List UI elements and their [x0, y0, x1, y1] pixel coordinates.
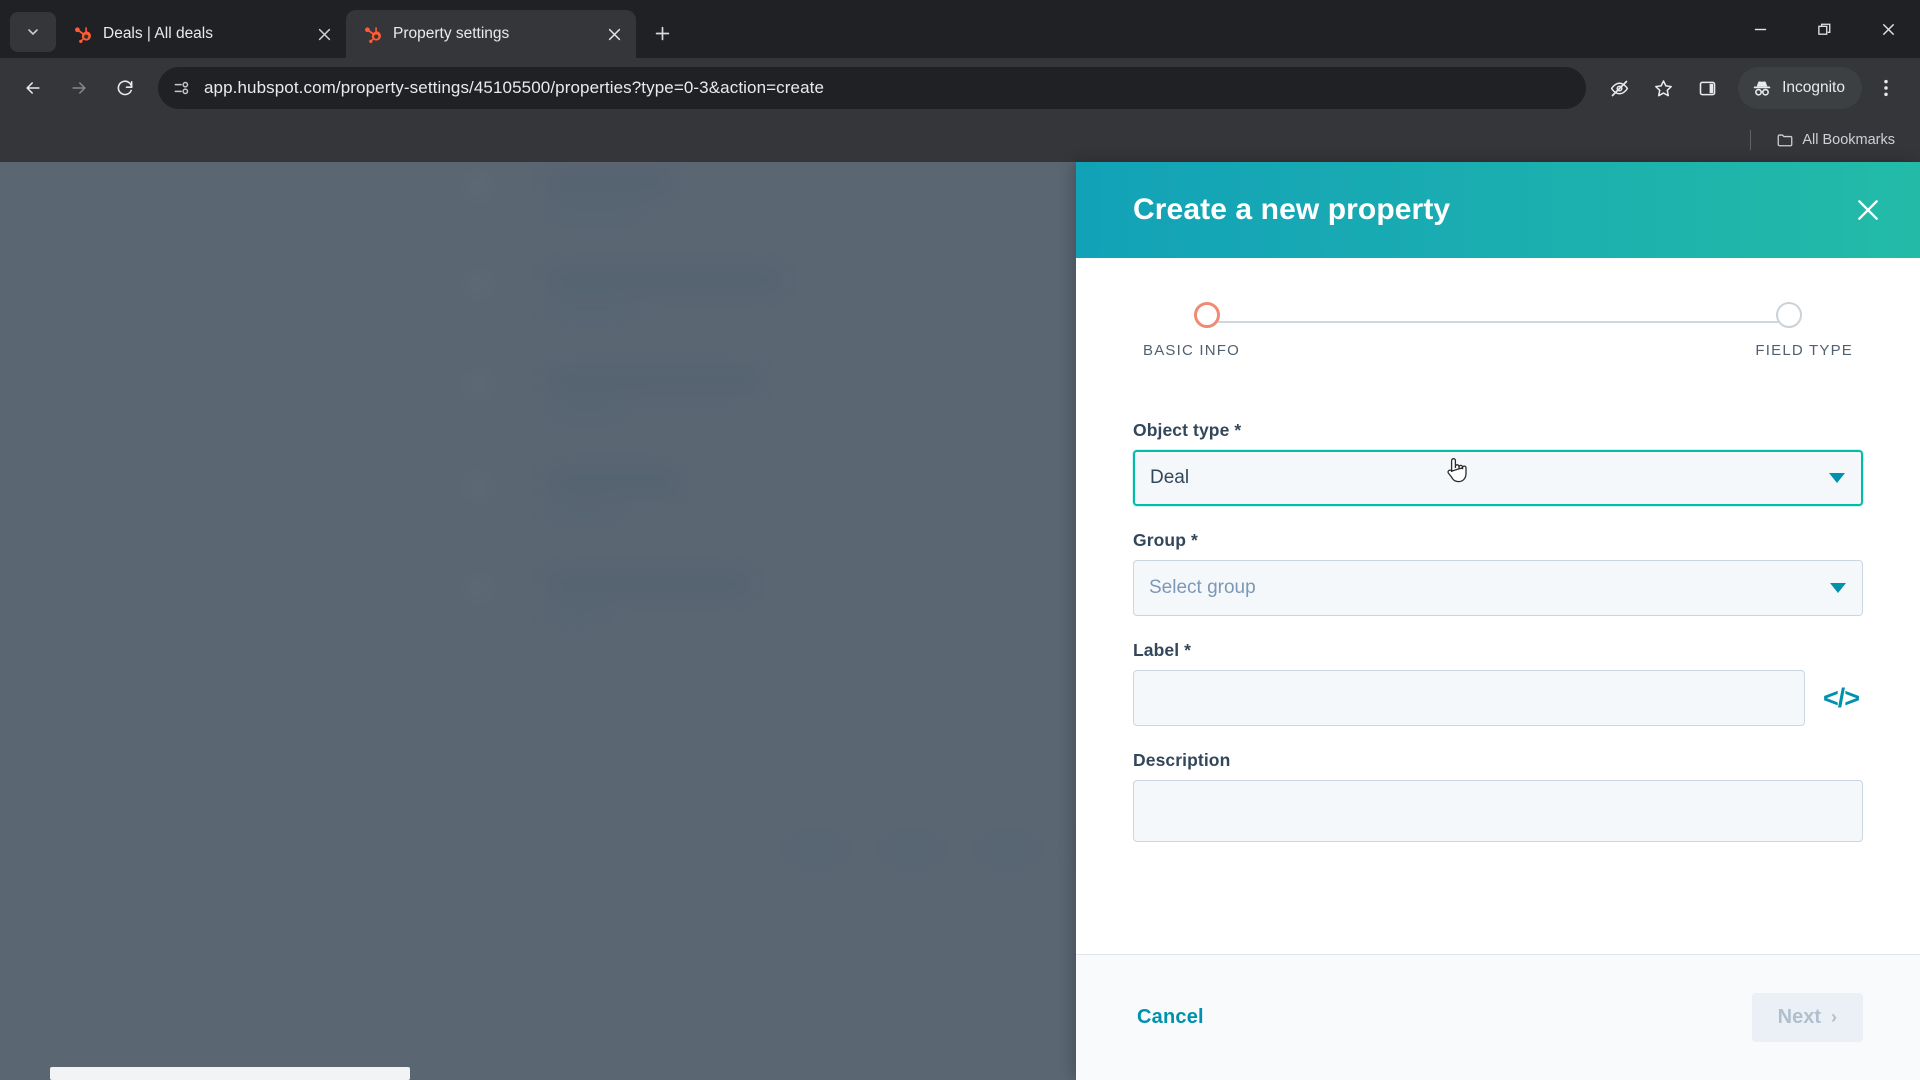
folder-icon [1777, 134, 1793, 147]
bookmark-star-button[interactable] [1642, 67, 1684, 109]
group-select[interactable]: Select group [1133, 560, 1863, 616]
all-bookmarks-button[interactable]: All Bookmarks [1767, 126, 1904, 154]
restore-icon [1817, 23, 1830, 35]
reload-button[interactable] [104, 67, 146, 109]
all-bookmarks-label: All Bookmarks [1802, 132, 1895, 148]
close-window-button[interactable] [1856, 0, 1920, 58]
panel-title: Create a new property [1133, 193, 1451, 226]
label-input-row: </> [1133, 670, 1863, 726]
panel-body: BASIC INFO FIELD TYPE Object type * Deal… [1076, 258, 1920, 954]
arrow-right-icon [72, 82, 86, 94]
step-label: FIELD TYPE [1755, 342, 1853, 359]
incognito-label: Incognito [1782, 79, 1845, 96]
three-dot-menu-icon [1884, 79, 1888, 97]
blurred-divider [405, 162, 406, 1080]
star-icon [1654, 79, 1672, 96]
tab-title: Property settings [393, 25, 510, 42]
step-label: BASIC INFO [1143, 342, 1241, 359]
step-dot-active [1194, 302, 1220, 328]
scrollbar-thumb[interactable] [50, 1067, 410, 1080]
code-brackets-icon[interactable]: </> [1819, 676, 1863, 720]
toolbar-actions: Incognito [1598, 66, 1908, 110]
side-panel-button[interactable] [1686, 67, 1728, 109]
create-property-panel: Create a new property BASIC INFO FIELD T… [1076, 162, 1920, 1080]
next-button[interactable]: Next › [1751, 993, 1863, 1042]
close-icon [608, 28, 620, 40]
minimize-button[interactable] [1728, 0, 1792, 58]
description-label: Description [1133, 750, 1231, 770]
tab-strip: Deals | All deals Property settings [0, 0, 1920, 58]
close-icon [1858, 200, 1878, 220]
tab-title: Deals | All deals [103, 25, 213, 42]
browser-tab-property-settings[interactable]: Property settings [346, 10, 636, 58]
horizontal-scrollbar[interactable] [0, 1066, 1076, 1080]
browser-menu-button[interactable] [1864, 66, 1908, 110]
address-bar[interactable]: app.hubspot.com/property-settings/451055… [158, 67, 1587, 109]
group-label: Group * [1133, 530, 1198, 550]
close-icon [1882, 23, 1894, 35]
field-object-type: Object type * Deal [1133, 420, 1863, 506]
window-controls [1728, 0, 1920, 58]
stepper-track [1207, 321, 1789, 323]
field-description: Description [1133, 750, 1863, 847]
plus-icon [655, 26, 669, 40]
chevron-down-icon [1829, 473, 1845, 483]
label-field-label: Label * [1133, 640, 1192, 660]
panel-close-button[interactable] [1844, 186, 1892, 234]
tab-close-button[interactable] [602, 22, 626, 46]
maximize-restore-button[interactable] [1792, 0, 1856, 58]
chevron-right-icon: › [1831, 1007, 1837, 1027]
field-label: Label * </> [1133, 640, 1863, 726]
browser-window: Deals | All deals Property settings app.… [0, 0, 1920, 1080]
page-info-icon[interactable] [172, 78, 192, 98]
minimize-icon [1754, 28, 1766, 30]
arrow-left-icon [26, 82, 40, 94]
panel-footer: Cancel Next › [1076, 954, 1920, 1080]
new-tab-button[interactable] [642, 13, 682, 53]
bookmarks-bar: All Bookmarks [0, 118, 1920, 162]
progress-stepper: BASIC INFO FIELD TYPE [1143, 302, 1852, 412]
tab-close-button[interactable] [312, 22, 336, 46]
cancel-button[interactable]: Cancel [1133, 998, 1208, 1037]
incognito-indicator[interactable]: Incognito [1738, 67, 1862, 109]
group-placeholder: Select group [1149, 577, 1256, 598]
browser-toolbar: app.hubspot.com/property-settings/451055… [0, 58, 1920, 118]
url-text: app.hubspot.com/property-settings/451055… [204, 78, 824, 97]
chevron-down-icon [1830, 583, 1846, 593]
eye-off-icon [1610, 80, 1628, 96]
description-textarea[interactable] [1133, 780, 1863, 842]
incognito-hat-icon [1753, 81, 1771, 96]
step-dot-inactive [1776, 302, 1802, 328]
forward-button[interactable] [58, 67, 100, 109]
browser-tab-deals[interactable]: Deals | All deals [56, 10, 346, 58]
tracking-protection-button[interactable] [1598, 67, 1640, 109]
next-button-label: Next [1777, 1006, 1821, 1028]
hubspot-favicon [75, 26, 91, 43]
reload-icon [117, 80, 133, 96]
hubspot-favicon [365, 26, 381, 43]
label-input[interactable] [1133, 670, 1805, 726]
field-group: Group * Select group [1133, 530, 1863, 616]
object-type-select[interactable]: Deal [1133, 450, 1863, 506]
tab-search-button[interactable] [10, 12, 56, 52]
back-button[interactable] [12, 67, 54, 109]
chevron-down-icon [28, 29, 38, 35]
panel-header: Create a new property [1076, 162, 1920, 258]
object-type-label: Object type * [1133, 420, 1242, 440]
side-panel-icon [1699, 81, 1715, 95]
close-icon [318, 28, 330, 40]
bookmarks-separator [1750, 130, 1752, 150]
object-type-value: Deal [1150, 467, 1190, 488]
